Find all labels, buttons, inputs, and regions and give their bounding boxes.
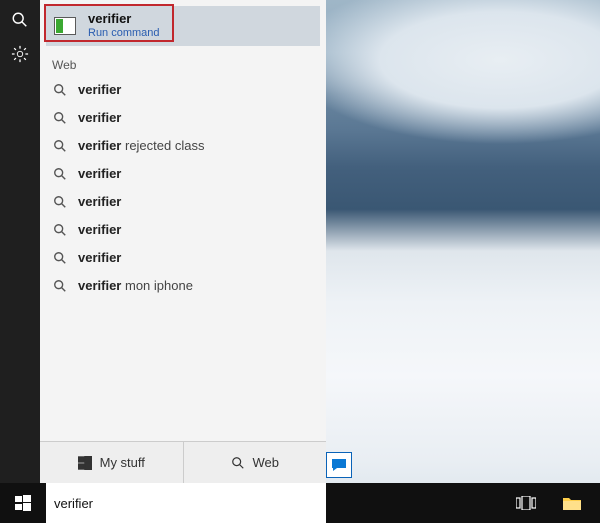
- search-icon: [52, 250, 68, 266]
- suggestion-item[interactable]: verifier mon iphone: [40, 272, 326, 300]
- best-match-title: verifier: [88, 12, 160, 27]
- windows-icon: [15, 495, 31, 511]
- web-scope-label: Web: [253, 455, 280, 470]
- suggestion-item[interactable]: verifier: [40, 188, 326, 216]
- suggestion-item[interactable]: verifier rejected class: [40, 132, 326, 160]
- gear-icon[interactable]: [10, 44, 30, 64]
- search-icon: [231, 456, 245, 470]
- search-sidebar: [0, 0, 40, 483]
- web-suggestions: verifier verifier verifier rejected clas…: [40, 76, 326, 300]
- feedback-icon[interactable]: [326, 452, 352, 478]
- search-icon: [52, 278, 68, 294]
- suggestion-item[interactable]: verifier: [40, 104, 326, 132]
- suggestion-bold: verifier: [78, 250, 121, 265]
- search-icon: [52, 194, 68, 210]
- search-query-text: verifier: [54, 496, 93, 511]
- suggestion-bold: verifier: [78, 138, 121, 153]
- search-panel: verifier Run command Web verifier verifi…: [40, 0, 326, 483]
- task-view-button[interactable]: [504, 483, 548, 523]
- my-stuff-button[interactable]: My stuff: [40, 442, 184, 483]
- scope-buttons: My stuff Web: [40, 441, 326, 483]
- suggestion-item[interactable]: verifier: [40, 160, 326, 188]
- search-icon: [52, 138, 68, 154]
- web-scope-button[interactable]: Web: [184, 442, 327, 483]
- suggestion-bold: verifier: [78, 166, 121, 181]
- search-icon: [52, 166, 68, 182]
- folder-icon: [563, 496, 581, 510]
- suggestion-bold: verifier: [78, 222, 121, 237]
- search-icon: [52, 82, 68, 98]
- run-command-icon: [54, 17, 76, 35]
- taskbar-search-input[interactable]: verifier: [46, 483, 326, 523]
- file-explorer-button[interactable]: [550, 483, 594, 523]
- suggestion-rest: mon iphone: [121, 278, 193, 293]
- suggestion-item[interactable]: verifier: [40, 216, 326, 244]
- task-view-icon: [516, 496, 536, 510]
- my-stuff-label: My stuff: [100, 455, 145, 470]
- suggestion-rest: rejected class: [121, 138, 204, 153]
- suggestion-bold: verifier: [78, 278, 121, 293]
- best-match-subtitle: Run command: [88, 27, 160, 40]
- web-section-label: Web: [40, 50, 326, 76]
- suggestion-item[interactable]: verifier: [40, 76, 326, 104]
- start-button[interactable]: [0, 483, 46, 523]
- suggestion-bold: verifier: [78, 82, 121, 97]
- suggestion-item[interactable]: verifier: [40, 244, 326, 272]
- best-match-result[interactable]: verifier Run command: [46, 6, 320, 46]
- windows-icon: [78, 456, 92, 470]
- search-icon[interactable]: [10, 10, 30, 30]
- taskbar: verifier: [0, 483, 600, 523]
- suggestion-bold: verifier: [78, 194, 121, 209]
- search-icon: [52, 110, 68, 126]
- search-icon: [52, 222, 68, 238]
- suggestion-bold: verifier: [78, 110, 121, 125]
